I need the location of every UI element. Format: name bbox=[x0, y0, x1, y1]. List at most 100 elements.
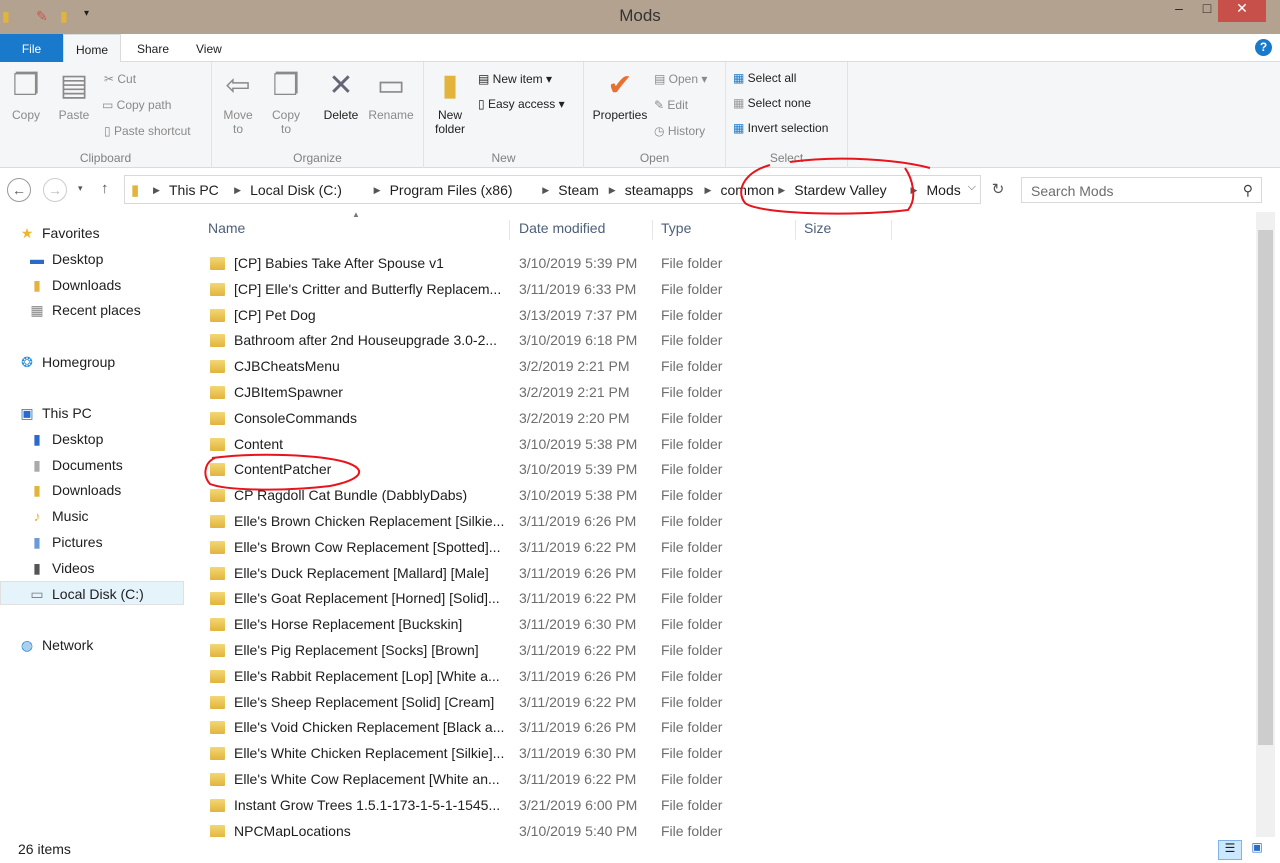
new-item-button[interactable]: ▤ New item ▾ bbox=[478, 72, 552, 86]
paste-button[interactable]: ▤ Paste bbox=[54, 68, 94, 122]
nav-pc-downloads[interactable]: ▮ Downloads bbox=[28, 478, 212, 502]
properties-button[interactable]: ✔ Properties bbox=[588, 68, 652, 122]
file-row[interactable]: CJBItemSpawner 3/2/2019 2:21 PM File folde… bbox=[204, 380, 784, 405]
move-to-button[interactable]: ⇦ Move to bbox=[218, 68, 258, 136]
file-row[interactable]: CJBCheatsMenu 3/2/2019 2:21 PM File folder bbox=[204, 354, 784, 379]
edit-label: Edit bbox=[667, 98, 689, 112]
breadcrumb-item[interactable]: Program Files (x86) bbox=[390, 182, 513, 198]
file-row[interactable]: [CP] Elle's Critter and Butterfly Replac… bbox=[204, 277, 784, 302]
breadcrumb-separator-icon[interactable]: ▶ bbox=[234, 185, 241, 196]
file-row[interactable]: Elle's Goat Replacement [Horned] [Solid]… bbox=[204, 586, 784, 611]
nav-local-disk[interactable]: ▭ Local Disk (C:) bbox=[0, 581, 184, 605]
tab-view[interactable]: View bbox=[184, 34, 234, 62]
back-button[interactable]: ← bbox=[7, 178, 31, 202]
nav-recent-places[interactable]: ▦ Recent places bbox=[28, 298, 212, 322]
refresh-button[interactable]: ↻ bbox=[985, 177, 1011, 203]
breadcrumb-separator-icon[interactable]: ▶ bbox=[374, 185, 381, 196]
nav-desktop[interactable]: ▬ Desktop bbox=[28, 247, 212, 271]
breadcrumb-separator-icon[interactable]: ▶ bbox=[153, 185, 160, 196]
file-row[interactable]: Elle's Brown Cow Replacement [Spotted]..… bbox=[204, 535, 784, 560]
file-row[interactable]: [CP] Babies Take After Spouse v1 3/10/201… bbox=[204, 251, 784, 276]
large-icons-view-button[interactable]: ▣ bbox=[1246, 840, 1268, 860]
organize-group: ⇦ Move to ❐ Copy to ✕ Delete ▭ Rename Organi… bbox=[212, 62, 424, 168]
breadcrumb-item[interactable]: Steam bbox=[558, 182, 598, 198]
file-row[interactable]: CP Ragdoll Cat Bundle (DabblyDabs) 3/10/2… bbox=[204, 483, 784, 508]
rename-button[interactable]: ▭ Rename bbox=[366, 68, 416, 122]
scrollbar-thumb[interactable] bbox=[1258, 230, 1273, 745]
file-row[interactable]: Elle's Pig Replacement [Socks] [Brown] 3/… bbox=[204, 638, 784, 663]
copy-button[interactable]: ❐ Copy bbox=[6, 68, 46, 122]
nav-downloads[interactable]: ▮ Downloads bbox=[28, 273, 212, 297]
close-button[interactable]: ✕ bbox=[1218, 0, 1266, 22]
file-row[interactable]: ConsoleCommands 3/2/2019 2:20 PM File fold… bbox=[204, 406, 784, 431]
nav-this-pc[interactable]: ▣ This PC bbox=[18, 401, 202, 425]
copy-path-button[interactable]: ▭ Copy path bbox=[102, 98, 171, 112]
column-type[interactable]: Type bbox=[653, 220, 796, 240]
tab-home[interactable]: Home bbox=[63, 34, 122, 63]
column-date-modified[interactable]: Date modified bbox=[511, 220, 653, 240]
search-input[interactable]: Search Mods ⚲ bbox=[1021, 177, 1262, 203]
breadcrumb-item[interactable]: common bbox=[721, 182, 775, 198]
nav-pictures[interactable]: ▮ Pictures bbox=[28, 530, 212, 554]
nav-videos[interactable]: ▮ Videos bbox=[28, 556, 212, 580]
file-row[interactable]: Elle's Rabbit Replacement [Lop] [White a… bbox=[204, 664, 784, 689]
breadcrumb-separator-icon[interactable]: ▶ bbox=[705, 185, 712, 196]
nav-favorites[interactable]: ★ Favorites bbox=[18, 221, 202, 245]
file-row[interactable]: Elle's White Chicken Replacement [Silkie… bbox=[204, 741, 784, 766]
nav-pc-desktop[interactable]: ▮ Desktop bbox=[28, 427, 212, 451]
forward-button[interactable]: → bbox=[43, 178, 67, 202]
address-dropdown-icon[interactable]: ⌵ bbox=[968, 181, 976, 194]
file-row[interactable]: Elle's Horse Replacement [Buckskin] 3/11/… bbox=[204, 612, 784, 637]
file-row[interactable]: Content 3/10/2019 5:38 PM File folder bbox=[204, 432, 784, 457]
address-bar[interactable]: ▮ ⌵ ▶ This PC ▶ Local Disk (C:) ▶ Program Fil… bbox=[124, 175, 981, 204]
new-folder-button[interactable]: ▮ New folder bbox=[428, 68, 472, 136]
file-row[interactable]: Elle's Sheep Replacement [Solid] [Cream]… bbox=[204, 690, 784, 715]
open-button[interactable]: ▤ Open ▾ bbox=[654, 72, 707, 86]
select-none-button[interactable]: ▦ Select none bbox=[733, 96, 811, 110]
nav-homegroup[interactable]: ❂ Homegroup bbox=[18, 350, 202, 374]
easy-access-button[interactable]: ▯ Easy access ▾ bbox=[478, 97, 565, 111]
details-view-button[interactable]: ☰ bbox=[1218, 840, 1242, 860]
file-row[interactable]: ContentPatcher 3/10/2019 5:39 PM File fold… bbox=[204, 457, 784, 482]
select-all-button[interactable]: ▦ Select all bbox=[733, 71, 796, 85]
up-button[interactable]: ↑ bbox=[101, 180, 109, 197]
history-button[interactable]: ◷ History bbox=[654, 124, 705, 138]
tab-share[interactable]: Share bbox=[125, 34, 181, 62]
easy-access-icon: ▯ bbox=[478, 97, 488, 111]
help-icon[interactable]: ? bbox=[1255, 39, 1272, 56]
breadcrumb-item[interactable]: Local Disk (C:) bbox=[250, 182, 342, 198]
recent-locations-icon[interactable]: ▾ bbox=[78, 183, 83, 194]
breadcrumb-separator-icon[interactable]: ▶ bbox=[911, 185, 918, 196]
file-row[interactable]: Bathroom after 2nd Houseupgrade 3.0-2...… bbox=[204, 328, 784, 353]
folder-icon bbox=[210, 773, 225, 786]
new-label: New bbox=[491, 151, 516, 165]
nav-documents[interactable]: ▮ Documents bbox=[28, 453, 212, 477]
breadcrumb-item[interactable]: steamapps bbox=[625, 182, 693, 198]
invert-selection-button[interactable]: ▦ Invert selection bbox=[733, 121, 828, 135]
breadcrumb-separator-icon[interactable]: ▶ bbox=[542, 185, 549, 196]
file-row[interactable]: NPCMapLocations 3/10/2019 5:40 PM File fol… bbox=[204, 819, 784, 837]
cut-button[interactable]: ✂ Cut bbox=[104, 72, 136, 86]
file-row[interactable]: [CP] Pet Dog 3/13/2019 7:37 PM File folder bbox=[204, 303, 784, 328]
tab-file[interactable]: File bbox=[0, 34, 63, 62]
file-row[interactable]: Elle's White Cow Replacement [White an..… bbox=[204, 767, 784, 792]
file-row[interactable]: Instant Grow Trees 1.5.1-173-1-5-1-1545.… bbox=[204, 793, 784, 818]
file-row[interactable]: Elle's Brown Chicken Replacement [Silkie… bbox=[204, 509, 784, 534]
breadcrumb-item[interactable]: Mods bbox=[927, 182, 961, 198]
delete-button[interactable]: ✕ Delete bbox=[318, 68, 364, 122]
breadcrumb-separator-icon[interactable]: ▶ bbox=[778, 185, 785, 196]
file-type: File folder bbox=[661, 693, 723, 710]
column-size[interactable]: Size bbox=[796, 220, 892, 240]
column-name[interactable]: Name bbox=[200, 220, 510, 240]
file-row[interactable]: Elle's Void Chicken Replacement [Black a… bbox=[204, 715, 784, 740]
copy-to-button[interactable]: ❐ Copy to bbox=[266, 68, 306, 136]
nav-network[interactable]: ◍ Network bbox=[18, 633, 202, 657]
nav-music[interactable]: ♪ Music bbox=[28, 504, 212, 528]
edit-button[interactable]: ✎ Edit bbox=[654, 98, 688, 112]
paste-shortcut-button[interactable]: ▯ Paste shortcut bbox=[104, 124, 191, 138]
breadcrumb-item[interactable]: This PC bbox=[169, 182, 219, 198]
downloads-icon: ▮ bbox=[33, 482, 41, 498]
file-row[interactable]: Elle's Duck Replacement [Mallard] [Male]… bbox=[204, 561, 784, 586]
breadcrumb-separator-icon[interactable]: ▶ bbox=[609, 185, 616, 196]
breadcrumb-item[interactable]: Stardew Valley bbox=[794, 182, 886, 198]
